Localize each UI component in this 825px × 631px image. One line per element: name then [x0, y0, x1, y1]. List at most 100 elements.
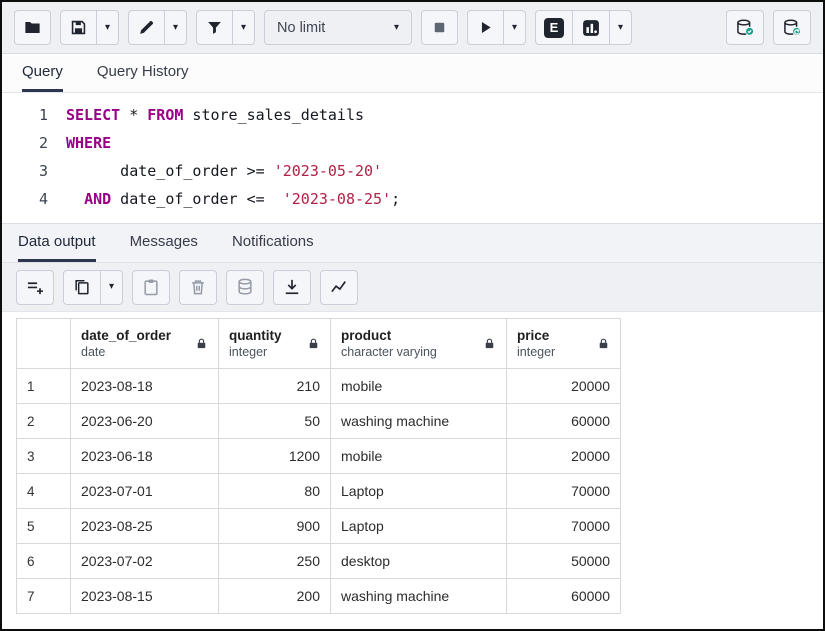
cell-quantity[interactable]: 900 — [219, 509, 331, 544]
column-name: quantity — [229, 327, 282, 345]
caret-down-icon: ▾ — [105, 23, 110, 33]
cell-product[interactable]: mobile — [331, 369, 507, 404]
editor-tabs: Query Query History — [2, 54, 823, 93]
chart-icon — [329, 277, 349, 297]
cell-quantity[interactable]: 250 — [219, 544, 331, 579]
caret-down-icon: ▾ — [241, 23, 246, 33]
execute-button[interactable] — [467, 10, 504, 45]
edit-menu-button[interactable]: ▾ — [165, 10, 187, 45]
cell-price[interactable]: 50000 — [507, 544, 621, 579]
filter-icon — [205, 18, 224, 37]
row-number[interactable]: 6 — [17, 544, 71, 579]
code-text: date_of_order >= '2023-05-20' — [66, 157, 382, 185]
copy-icon — [72, 277, 92, 297]
line-number: 2 — [2, 129, 66, 157]
table-row-6: 62023-07-02250desktop50000 — [17, 544, 621, 579]
results-toolbar: ▾ — [2, 262, 823, 312]
explain-button[interactable]: E — [535, 10, 573, 45]
filter-button[interactable] — [196, 10, 233, 45]
tab-query-history[interactable]: Query History — [97, 54, 189, 92]
cell-date_of_order[interactable]: 2023-08-25 — [71, 509, 219, 544]
copy-menu-button[interactable]: ▾ — [101, 270, 123, 305]
cell-quantity[interactable]: 50 — [219, 404, 331, 439]
column-header-date_of_order[interactable]: date_of_orderdate — [71, 319, 219, 369]
table-row-1: 12023-08-18210mobile20000 — [17, 369, 621, 404]
code-line-4[interactable]: 4 AND date_of_order <= '2023-08-25'; — [2, 185, 823, 213]
tab-notifications[interactable]: Notifications — [232, 224, 314, 262]
cell-product[interactable]: washing machine — [331, 404, 507, 439]
cell-date_of_order[interactable]: 2023-06-18 — [71, 439, 219, 474]
commit-button[interactable] — [726, 10, 764, 45]
column-name: date_of_order — [81, 327, 171, 345]
cell-price[interactable]: 60000 — [507, 579, 621, 614]
column-header-product[interactable]: productcharacter varying — [331, 319, 507, 369]
filter-menu-button[interactable]: ▾ — [233, 10, 255, 45]
code-line-2[interactable]: 2WHERE — [2, 129, 823, 157]
data-output-panel: date_of_orderdatequantityintegerproductc… — [2, 312, 823, 629]
explain-icon: E — [544, 18, 564, 38]
cell-quantity[interactable]: 210 — [219, 369, 331, 404]
delete-row-button[interactable] — [179, 270, 217, 305]
cancel-query-button[interactable] — [421, 10, 458, 45]
explain-analyze-button[interactable] — [573, 10, 610, 45]
column-name: product — [341, 327, 437, 345]
code-line-1[interactable]: 1SELECT * FROM store_sales_details — [2, 101, 823, 129]
row-number[interactable]: 4 — [17, 474, 71, 509]
save-data-changes-button[interactable] — [226, 270, 264, 305]
execute-menu-button[interactable]: ▾ — [504, 10, 526, 45]
add-row-button[interactable] — [16, 270, 54, 305]
code-line-3[interactable]: 3 date_of_order >= '2023-05-20' — [2, 157, 823, 185]
cell-price[interactable]: 20000 — [507, 369, 621, 404]
cell-product[interactable]: Laptop — [331, 474, 507, 509]
table-row-4: 42023-07-0180Laptop70000 — [17, 474, 621, 509]
copy-button[interactable] — [63, 270, 101, 305]
tab-data-output[interactable]: Data output — [18, 224, 96, 262]
column-name: price — [517, 327, 555, 345]
cell-date_of_order[interactable]: 2023-08-18 — [71, 369, 219, 404]
caret-down-icon: ▾ — [173, 23, 178, 33]
cell-quantity[interactable]: 1200 — [219, 439, 331, 474]
cell-product[interactable]: mobile — [331, 439, 507, 474]
column-type: integer — [229, 344, 282, 360]
cell-price[interactable]: 70000 — [507, 509, 621, 544]
rollback-button[interactable] — [773, 10, 811, 45]
save-menu-button[interactable]: ▾ — [97, 10, 119, 45]
column-type: character varying — [341, 344, 437, 360]
row-number[interactable]: 2 — [17, 404, 71, 439]
row-number[interactable]: 3 — [17, 439, 71, 474]
cell-date_of_order[interactable]: 2023-07-01 — [71, 474, 219, 509]
limit-select[interactable]: No limit ▾ — [264, 10, 412, 45]
main-toolbar: ▾ ▾ ▾ No limit ▾ — [2, 2, 823, 54]
row-number[interactable]: 7 — [17, 579, 71, 614]
save-button[interactable] — [60, 10, 97, 45]
edit-button[interactable] — [128, 10, 165, 45]
explain-menu-button[interactable]: ▾ — [610, 10, 632, 45]
sql-editor[interactable]: 1SELECT * FROM store_sales_details2WHERE… — [2, 93, 823, 223]
commit-icon — [735, 18, 755, 38]
tab-messages[interactable]: Messages — [130, 224, 198, 262]
row-number[interactable]: 5 — [17, 509, 71, 544]
tab-query[interactable]: Query — [22, 54, 63, 92]
cell-product[interactable]: washing machine — [331, 579, 507, 614]
cell-price[interactable]: 20000 — [507, 439, 621, 474]
column-header-price[interactable]: priceinteger — [507, 319, 621, 369]
cell-quantity[interactable]: 80 — [219, 474, 331, 509]
cell-date_of_order[interactable]: 2023-06-20 — [71, 404, 219, 439]
cell-price[interactable]: 60000 — [507, 404, 621, 439]
cell-date_of_order[interactable]: 2023-07-02 — [71, 544, 219, 579]
cell-product[interactable]: Laptop — [331, 509, 507, 544]
paste-button[interactable] — [132, 270, 170, 305]
column-header-quantity[interactable]: quantityinteger — [219, 319, 331, 369]
cell-quantity[interactable]: 200 — [219, 579, 331, 614]
lock-icon — [195, 337, 208, 350]
row-number[interactable]: 1 — [17, 369, 71, 404]
corner-cell[interactable] — [17, 319, 71, 369]
cell-price[interactable]: 70000 — [507, 474, 621, 509]
cell-date_of_order[interactable]: 2023-08-15 — [71, 579, 219, 614]
add-row-icon — [25, 277, 45, 297]
download-results-button[interactable] — [273, 270, 311, 305]
graph-visualiser-button[interactable] — [320, 270, 358, 305]
open-file-button[interactable] — [14, 10, 51, 45]
cell-product[interactable]: desktop — [331, 544, 507, 579]
download-icon — [282, 277, 302, 297]
